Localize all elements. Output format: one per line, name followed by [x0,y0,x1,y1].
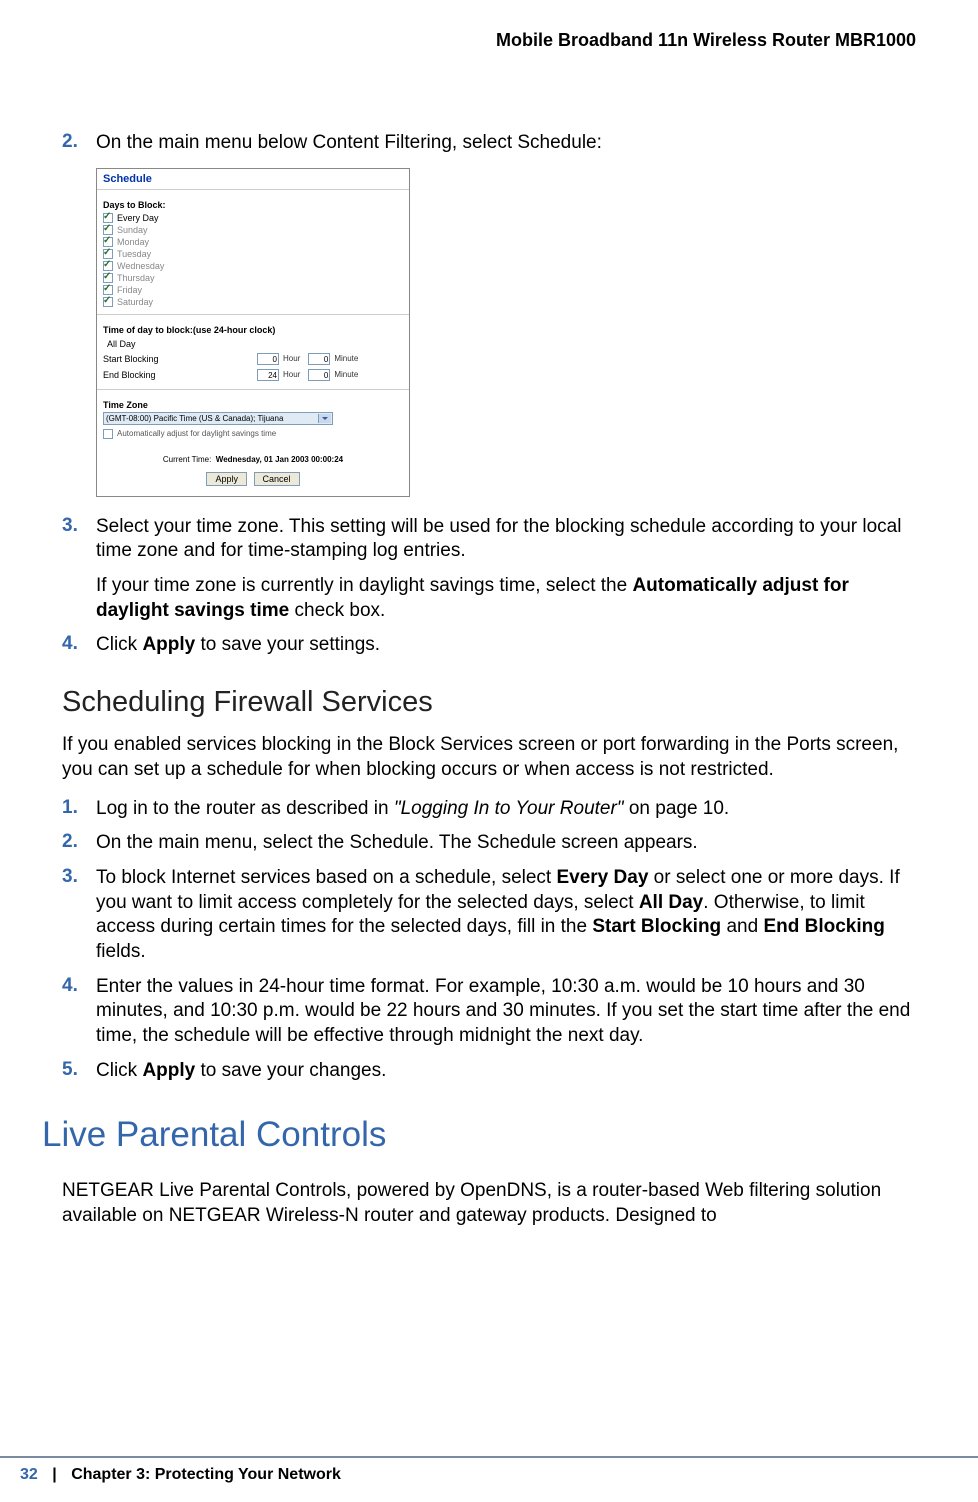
step-number: 1. [62,797,96,822]
chapter-label: Chapter 3: Protecting Your Network [71,1466,341,1483]
end-blocking-row: End Blocking 24 Hour 0 Minute [103,367,403,383]
step-text: On the main menu below Content Filtering… [96,131,916,156]
checkbox-icon[interactable] [103,285,113,295]
step-text: To block Internet services based on a sc… [96,866,916,965]
time-of-day-label: Time of day to block:(use 24-hour clock) [97,315,409,337]
heading-scheduling-firewall: Scheduling Firewall Services [62,686,916,719]
day-wednesday[interactable]: Wednesday [103,260,403,272]
day-saturday[interactable]: Saturday [103,296,403,308]
checkbox-icon[interactable] [103,213,113,223]
step-number: 3. [62,866,96,965]
step-2: 2. On the main menu below Content Filter… [62,131,916,156]
step-number: 3. [62,515,96,624]
checkbox-icon[interactable] [103,237,113,247]
page-footer: 32 | Chapter 3: Protecting Your Network [0,1456,978,1484]
schedule-title: Schedule [97,169,409,190]
time-zone-label: Time Zone [97,390,409,412]
step-text: Click Apply to save your settings. [96,633,916,658]
start-blocking-row: Start Blocking 0 Hour 0 Minute [103,351,403,367]
step-text: Click Apply to save your changes. [96,1059,916,1084]
step-text: On the main menu, select the Schedule. T… [96,831,916,856]
checkbox-icon[interactable] [103,273,113,283]
time-zone-group: (GMT-08:00) Pacific Time (US & Canada); … [97,412,409,447]
step-number: 2. [62,131,96,156]
checkbox-icon[interactable] [103,261,113,271]
day-tuesday[interactable]: Tuesday [103,248,403,260]
paragraph: If you enabled services blocking in the … [62,733,916,782]
end-minute-field[interactable]: 0 [308,369,330,381]
checkbox-icon[interactable] [103,297,113,307]
paragraph: NETGEAR Live Parental Controls, powered … [62,1179,916,1228]
document-header: Mobile Broadband 11n Wireless Router MBR… [62,30,916,51]
day-every[interactable]: Every Day [103,212,403,224]
fw-step-3: 3. To block Internet services based on a… [62,866,916,965]
fw-step-5: 5. Click Apply to save your changes. [62,1059,916,1084]
schedule-screenshot: Schedule Days to Block: Every Day Sunday… [96,168,410,497]
day-monday[interactable]: Monday [103,236,403,248]
all-day-row[interactable]: All Day [103,337,403,351]
end-hour-field[interactable]: 24 [257,369,279,381]
days-to-block-label: Days to Block: [97,190,409,212]
step-text: Select your time zone. This setting will… [96,515,916,624]
fw-step-1: 1. Log in to the router as described in … [62,797,916,822]
day-thursday[interactable]: Thursday [103,272,403,284]
step-number: 4. [62,633,96,658]
fw-step-4: 4. Enter the values in 24-hour time form… [62,975,916,1049]
time-zone-select[interactable]: (GMT-08:00) Pacific Time (US & Canada); … [103,412,333,425]
days-to-block-group: Every Day Sunday Monday Tuesday Wednesda… [97,212,409,315]
start-minute-field[interactable]: 0 [308,353,330,365]
time-of-day-group: All Day Start Blocking 0 Hour 0 Minute E… [97,337,409,390]
current-time: Current Time: Wednesday, 01 Jan 2003 00:… [97,447,409,472]
step-3: 3. Select your time zone. This setting w… [62,515,916,624]
footer-separator: | [52,1466,56,1483]
dst-checkbox-row[interactable]: Automatically adjust for daylight saving… [103,429,403,439]
day-friday[interactable]: Friday [103,284,403,296]
step-4: 4. Click Apply to save your settings. [62,633,916,658]
day-sunday[interactable]: Sunday [103,224,403,236]
step-number: 4. [62,975,96,1049]
apply-button[interactable]: Apply [206,472,247,486]
cancel-button[interactable]: Cancel [254,472,300,486]
step-number: 5. [62,1059,96,1084]
checkbox-icon[interactable] [103,429,113,439]
checkbox-icon[interactable] [103,249,113,259]
step-number: 2. [62,831,96,856]
fw-step-2: 2. On the main menu, select the Schedule… [62,831,916,856]
start-hour-field[interactable]: 0 [257,353,279,365]
step-text: Enter the values in 24-hour time format.… [96,975,916,1049]
heading-live-parental-controls: Live Parental Controls [42,1115,916,1155]
checkbox-icon[interactable] [103,225,113,235]
step-text: Log in to the router as described in "Lo… [96,797,916,822]
page-number: 32 [20,1466,38,1483]
